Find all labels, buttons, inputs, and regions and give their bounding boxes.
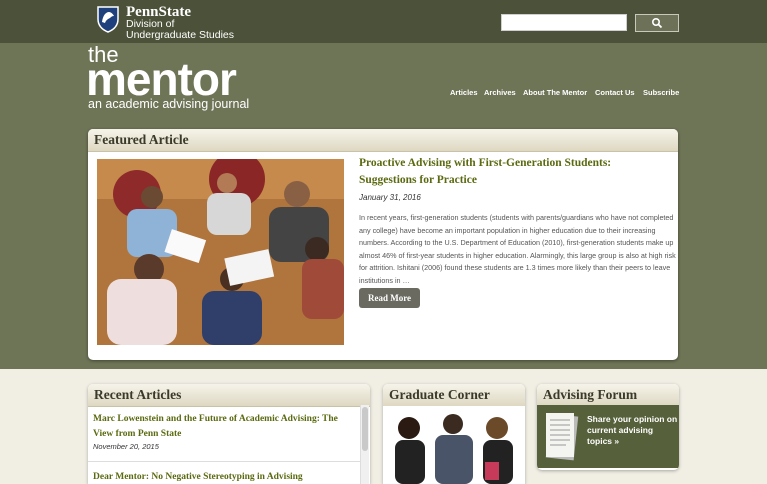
advising-forum-header: Advising Forum — [537, 384, 679, 407]
nav-archives[interactable]: Archives — [484, 88, 516, 98]
advising-forum-link[interactable]: Share your opinion on current advising t… — [537, 405, 679, 468]
list-item-title[interactable]: Marc Lowenstein and the Future of Academ… — [93, 412, 358, 442]
advising-forum-panel: Advising Forum Share your opinion on cur… — [537, 384, 679, 470]
penn-state-shield-icon[interactable] — [96, 5, 120, 33]
featured-article-title[interactable]: Proactive Advising with First-Generation… — [359, 155, 659, 189]
divider — [88, 461, 360, 462]
featured-article-image[interactable] — [97, 159, 344, 345]
graduate-corner-panel: Graduate Corner — [383, 384, 525, 484]
graduate-corner-title: Graduate Corner — [389, 387, 490, 402]
advising-forum-text: Share your opinion on current advising t… — [587, 414, 678, 446]
featured-article-excerpt: In recent years, first-generation studen… — [359, 213, 676, 285]
logo-tagline: an academic advising journal — [88, 97, 250, 111]
scrollbar-thumb[interactable] — [362, 407, 368, 451]
scrollbar[interactable] — [360, 405, 369, 484]
search-input[interactable] — [501, 14, 627, 31]
nav-articles[interactable]: Articles — [450, 88, 478, 98]
nav-about[interactable]: About The Mentor — [523, 88, 587, 98]
graduate-students-photo[interactable] — [383, 406, 525, 484]
list-item-date: November 20, 2015 — [93, 442, 159, 451]
list-item-title[interactable]: Dear Mentor: No Negative Stereotyping in… — [93, 470, 358, 484]
division-name[interactable]: Division of Undergraduate Studies — [126, 19, 234, 41]
nav-subscribe[interactable]: Subscribe — [643, 88, 679, 98]
logo-mentor[interactable]: mentor — [86, 56, 237, 102]
students-photo — [97, 159, 344, 345]
search-icon — [651, 17, 663, 29]
document-icon — [545, 413, 579, 461]
graduate-corner-header: Graduate Corner — [383, 384, 525, 407]
featured-article-date: January 31, 2016 — [359, 193, 421, 202]
nav-contact[interactable]: Contact Us — [595, 88, 635, 98]
recent-articles-panel: Recent Articles Marc Lowenstein and the … — [88, 384, 370, 484]
read-more-button[interactable]: Read More — [359, 288, 420, 308]
search-button[interactable] — [635, 14, 679, 32]
advising-forum-title: Advising Forum — [543, 387, 638, 402]
recent-articles-header: Recent Articles — [88, 384, 370, 407]
featured-panel-header: Featured Article — [88, 129, 678, 152]
featured-panel-title: Featured Article — [94, 132, 189, 147]
recent-articles-title: Recent Articles — [94, 387, 182, 402]
